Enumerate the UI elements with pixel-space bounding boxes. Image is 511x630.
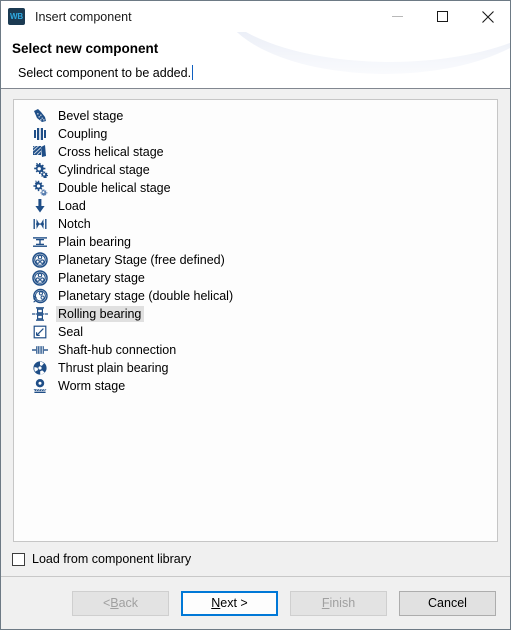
list-item[interactable]: Cylindrical stage bbox=[14, 161, 497, 179]
back-button-mnemonic: B bbox=[110, 596, 119, 610]
list-item[interactable]: Plain bearing bbox=[14, 233, 497, 251]
list-item[interactable]: Planetary stage (double helical) bbox=[14, 287, 497, 305]
list-item[interactable]: Thrust plain bearing bbox=[14, 359, 497, 377]
list-item-label: Double helical stage bbox=[58, 181, 171, 195]
list-item[interactable]: Seal bbox=[14, 323, 497, 341]
list-item-label: Planetary stage bbox=[58, 271, 145, 285]
list-item[interactable]: Cross helical stage bbox=[14, 143, 497, 161]
list-item[interactable]: Planetary Stage (free defined) bbox=[14, 251, 497, 269]
maximize-button[interactable] bbox=[420, 1, 465, 32]
cylindrical-gear-icon bbox=[32, 162, 48, 178]
list-item[interactable]: Load bbox=[14, 197, 497, 215]
page-subtitle-text: Select component to be added. bbox=[18, 65, 192, 80]
notch-icon bbox=[32, 216, 48, 232]
list-item-label: Load bbox=[58, 199, 86, 213]
back-button-suffix: ack bbox=[118, 596, 139, 610]
next-button-suffix: ext > bbox=[220, 596, 248, 610]
list-item[interactable]: Notch bbox=[14, 215, 497, 233]
back-button-prefix: < bbox=[102, 596, 111, 610]
shaft-hub-connection-icon bbox=[32, 342, 48, 358]
list-item[interactable]: Planetary stage bbox=[14, 269, 497, 287]
list-item[interactable]: Worm stage bbox=[14, 377, 497, 395]
dialog-body: Bevel stage Coupling Cross helical stage… bbox=[1, 89, 510, 542]
list-item[interactable]: Rolling bearing bbox=[14, 305, 497, 323]
next-button-mnemonic: N bbox=[211, 596, 221, 610]
thrust-plain-bearing-icon bbox=[32, 360, 48, 376]
button-bar: < Back Next > Finish Cancel bbox=[1, 577, 510, 629]
coupling-icon bbox=[32, 126, 48, 142]
list-item[interactable]: Shaft-hub connection bbox=[14, 341, 497, 359]
app-icon: WB bbox=[8, 8, 25, 25]
page-title: Select new component bbox=[12, 41, 159, 56]
window-title: Insert component bbox=[35, 9, 132, 24]
insert-component-dialog: WB Insert component Select new component… bbox=[0, 0, 511, 630]
options-row: Load from component library bbox=[1, 542, 510, 577]
finish-button[interactable]: Finish bbox=[290, 590, 387, 616]
list-item-label: Seal bbox=[58, 325, 84, 339]
minimize-button[interactable] bbox=[375, 1, 420, 32]
window-controls bbox=[375, 1, 510, 32]
page-subtitle: Select component to be added. bbox=[18, 65, 194, 80]
load-arrow-icon bbox=[32, 198, 48, 214]
plain-bearing-icon bbox=[32, 234, 48, 250]
list-item-label: Cylindrical stage bbox=[58, 163, 150, 177]
list-item-label: Shaft-hub connection bbox=[58, 343, 177, 357]
component-list: Bevel stage Coupling Cross helical stage… bbox=[14, 100, 497, 395]
worm-stage-icon bbox=[32, 378, 48, 394]
list-item-label: Planetary Stage (free defined) bbox=[58, 253, 225, 267]
maximize-icon bbox=[437, 11, 448, 22]
load-from-library-checkbox[interactable] bbox=[12, 552, 25, 566]
finish-button-suffix: inish bbox=[329, 596, 356, 610]
list-item-label: Planetary stage (double helical) bbox=[58, 289, 234, 303]
header-band: Select new component Select component to… bbox=[1, 32, 510, 89]
cancel-button[interactable]: Cancel bbox=[399, 590, 496, 616]
list-item-label: Thrust plain bearing bbox=[58, 361, 169, 375]
double-helical-gear-icon bbox=[32, 180, 48, 196]
planetary-double-helical-icon bbox=[32, 288, 48, 304]
list-item-label: Bevel stage bbox=[58, 109, 124, 123]
next-button[interactable]: Next > bbox=[181, 590, 278, 616]
title-bar: WB Insert component bbox=[1, 1, 510, 32]
close-icon bbox=[481, 10, 494, 23]
list-item[interactable]: Bevel stage bbox=[14, 107, 497, 125]
minimize-icon bbox=[392, 16, 403, 17]
component-listbox[interactable]: Bevel stage Coupling Cross helical stage… bbox=[13, 99, 498, 542]
list-item-label: Rolling bearing bbox=[56, 306, 145, 322]
load-from-library-label[interactable]: Load from component library bbox=[32, 552, 191, 566]
cross-helical-gear-icon bbox=[32, 144, 48, 160]
finish-button-mnemonic: F bbox=[321, 596, 330, 610]
rolling-bearing-icon bbox=[32, 306, 48, 322]
bevel-gear-icon bbox=[32, 108, 48, 124]
list-item[interactable]: Coupling bbox=[14, 125, 497, 143]
app-icon-label: WB bbox=[10, 12, 23, 21]
list-item[interactable]: Double helical stage bbox=[14, 179, 497, 197]
list-item-label: Coupling bbox=[58, 127, 108, 141]
close-button[interactable] bbox=[465, 1, 510, 32]
planetary-stage-icon bbox=[32, 270, 48, 286]
back-button[interactable]: < Back bbox=[72, 590, 169, 616]
planetary-stage-icon bbox=[32, 252, 48, 268]
list-item-label: Worm stage bbox=[58, 379, 126, 393]
list-item-label: Plain bearing bbox=[58, 235, 131, 249]
list-item-label: Notch bbox=[58, 217, 91, 231]
list-item-label: Cross helical stage bbox=[58, 145, 164, 159]
text-caret bbox=[192, 65, 194, 80]
seal-icon bbox=[32, 324, 48, 340]
cancel-button-label: Cancel bbox=[428, 596, 467, 610]
